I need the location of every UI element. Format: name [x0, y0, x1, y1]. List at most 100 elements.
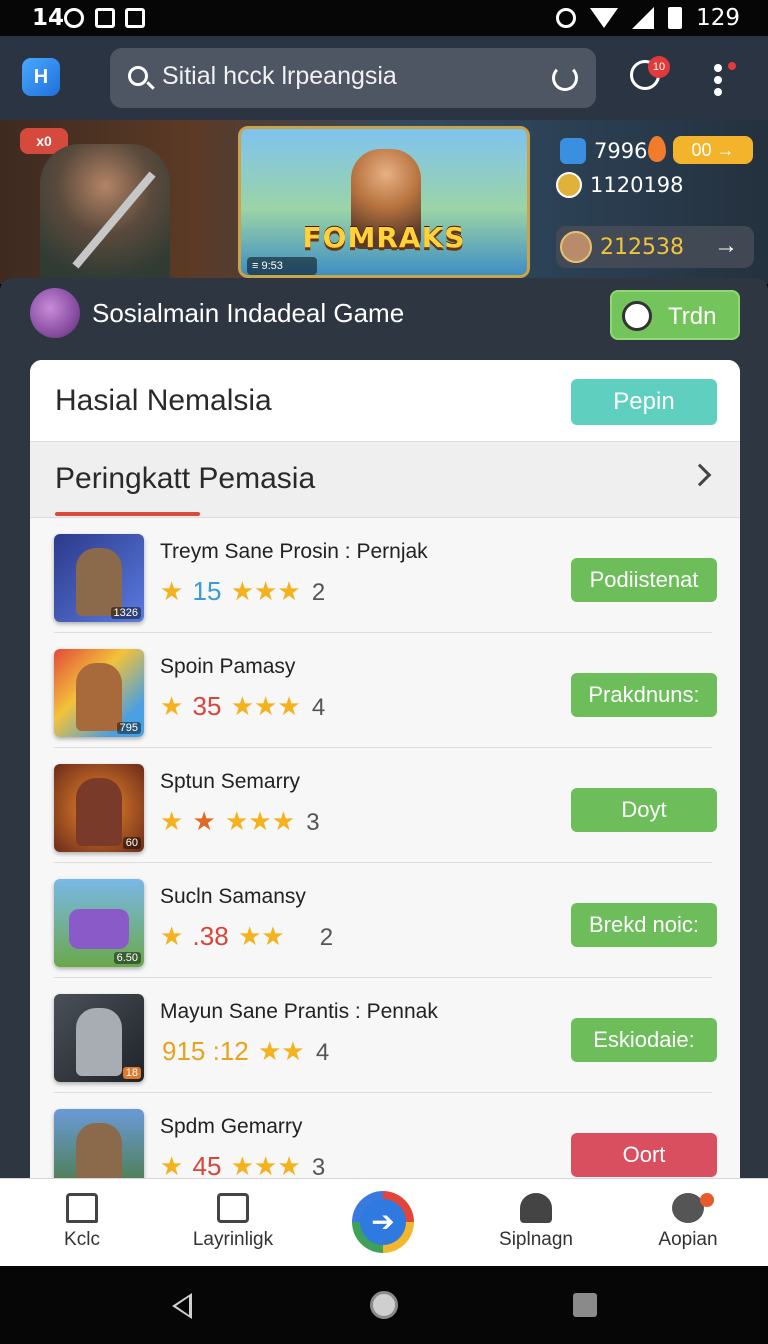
game-action-button[interactable]: Prakdnuns:	[571, 673, 717, 717]
nav-item-home[interactable]: Kclc	[12, 1179, 152, 1267]
featured-game-title: FOMRAKS	[302, 221, 466, 254]
section-title: Sosialmain Indadeal Game	[92, 298, 405, 328]
profile-badge	[700, 1193, 714, 1207]
game-name: Sucln Samansy	[160, 885, 306, 908]
nav-item-profile[interactable]: Aopian	[618, 1179, 758, 1267]
message-icon	[64, 8, 84, 28]
game-rating: 915 :12 ★★ 4	[160, 1036, 329, 1067]
game-character-image	[76, 663, 122, 731]
game-character-image	[76, 548, 122, 616]
thumbnail-tag: 1326	[110, 607, 141, 619]
battery-icon	[668, 7, 683, 29]
recent-apps-icon[interactable]	[573, 1293, 597, 1317]
player-avatar	[560, 231, 592, 263]
alarm-icon	[556, 8, 577, 28]
chevron-right-icon[interactable]	[688, 463, 712, 487]
panel-header: Hasial Nemalsia Pepin	[30, 360, 740, 442]
game-name: Spoin Pamasy	[160, 655, 296, 678]
game-rating: ★ 35 ★★★ 4	[160, 691, 325, 722]
signal-icon	[632, 7, 655, 29]
nav-item-play[interactable]: ➔	[352, 1191, 414, 1253]
main-section: Sosialmain Indadeal Game Trdn Hasial Nem…	[0, 278, 768, 1190]
active-tab-underline	[55, 512, 200, 516]
game-thumbnail: 6.50	[54, 879, 144, 967]
wifi-icon	[590, 8, 619, 28]
game-thumbnail: 18	[54, 994, 144, 1082]
game-action-button[interactable]: Eskiodaie:	[571, 1018, 717, 1062]
list-item[interactable]: 1326 Treym Sane Prosin : Pernjak ★ 15 ★★…	[54, 518, 717, 633]
rating-count: 2	[311, 579, 326, 606]
rating-value: 915 :12	[162, 1036, 249, 1066]
clock-icon	[622, 301, 652, 331]
location-pin-icon	[648, 136, 666, 162]
system-nav-bar	[0, 1266, 768, 1344]
refresh-icon[interactable]	[552, 65, 578, 91]
star-icon: ★★★	[225, 806, 296, 836]
game-name: Treym Sane Prosin : Pernjak	[160, 540, 428, 563]
game-action-button[interactable]: Doyt	[571, 788, 717, 832]
bottom-nav: Kclc Layrinligk ➔ Siplnagn Aopian	[0, 1178, 768, 1266]
game-thumbnail: 60	[54, 764, 144, 852]
photo-icon	[125, 8, 145, 28]
list-item[interactable]: Spdm Gemarry ★ 45 ★★★ 3 Oort	[54, 1093, 717, 1190]
coins-pill-button[interactable]: 00 →	[673, 136, 753, 164]
app-logo[interactable]: H	[22, 58, 60, 96]
pepin-button[interactable]: Pepin	[571, 379, 717, 425]
home-button-icon[interactable]	[370, 1291, 398, 1319]
rating-value: .38	[192, 921, 229, 951]
rating-value: ★	[192, 806, 216, 836]
graduation-cap-icon	[556, 172, 582, 198]
warrior-illustration	[40, 144, 170, 284]
hero-banner[interactable]: x0 FOMRAKS ≡ 9:53 79969 00 → 1120198 212…	[0, 120, 768, 284]
xp-bar[interactable]: 212538 →	[556, 226, 754, 268]
rating-count: 4	[311, 694, 326, 721]
xp-value: 212538	[600, 235, 684, 260]
thumbnail-tag: 18	[122, 1067, 141, 1079]
game-thumbnail: 795	[54, 649, 144, 737]
game-action-button[interactable]: Podiistenat	[571, 558, 717, 602]
rating-count: 2	[319, 924, 334, 951]
nav-item-bag[interactable]: Layrinligk	[163, 1179, 303, 1267]
rating-count: 4	[315, 1039, 330, 1066]
trdn-button[interactable]: Trdn	[610, 290, 740, 340]
game-action-button[interactable]: Brekd noic:	[571, 903, 717, 947]
ranking-title: Peringkatt Pemasia	[55, 462, 316, 495]
section-avatar	[30, 288, 80, 338]
list-item[interactable]: 6.50 Sucln Samansy ★ .38 ★★ 2 Brekd noic…	[54, 863, 717, 978]
star-icon: ★★	[257, 1036, 305, 1066]
game-character-image	[76, 778, 122, 846]
game-rating: ★ .38 ★★ 2	[160, 921, 333, 952]
game-rating: ★ 15 ★★★ 2	[160, 576, 325, 607]
search-input[interactable]: Sitial hcck lrpeangsia	[162, 62, 397, 91]
list-item[interactable]: 60 Sptun Semarry ★ ★ ★★★ 3 Doyt	[54, 748, 717, 863]
home-icon	[66, 1193, 98, 1223]
star-icon: ★	[160, 1151, 184, 1181]
search-bar[interactable]: Sitial hcck lrpeangsia	[110, 48, 596, 108]
list-item[interactable]: 795 Spoin Pamasy ★ 35 ★★★ 4 Prakdnuns:	[54, 633, 717, 748]
list-item[interactable]: 18 Mayun Sane Prantis : Pennak 915 :12 ★…	[54, 978, 717, 1093]
star-icon: ★★	[237, 921, 285, 951]
notification-icon	[95, 8, 115, 28]
more-menu-icon[interactable]	[714, 64, 724, 98]
game-character-image	[76, 1008, 122, 1076]
game-name: Sptun Semarry	[160, 770, 301, 793]
star-icon: ★	[160, 576, 184, 606]
coins-stat: 79969	[560, 138, 661, 164]
game-mini-label: ≡ 9:53	[247, 257, 317, 275]
play-icon: ➔	[360, 1199, 406, 1245]
game-name: Spdm Gemarry	[160, 1115, 303, 1138]
rating-value: 35	[192, 691, 222, 721]
game-rating: ★ ★ ★★★ 3	[160, 806, 320, 837]
nav-label: Siplnagn	[499, 1229, 573, 1250]
nav-label: Aopian	[658, 1229, 718, 1250]
coin-icon	[560, 138, 586, 164]
menu-notification-dot	[728, 62, 736, 70]
back-icon[interactable]	[172, 1293, 192, 1319]
bag-icon	[217, 1193, 249, 1223]
ranking-panel: Hasial Nemalsia Pepin Peringkatt Pemasia…	[30, 360, 740, 1190]
ranking-header[interactable]: Peringkatt Pemasia	[30, 442, 740, 518]
gems-value: 1120198	[590, 173, 684, 197]
featured-game-card[interactable]: FOMRAKS ≡ 9:53	[238, 126, 530, 278]
nav-item-community[interactable]: Siplnagn	[466, 1179, 606, 1267]
game-action-button[interactable]: Oort	[571, 1133, 717, 1177]
